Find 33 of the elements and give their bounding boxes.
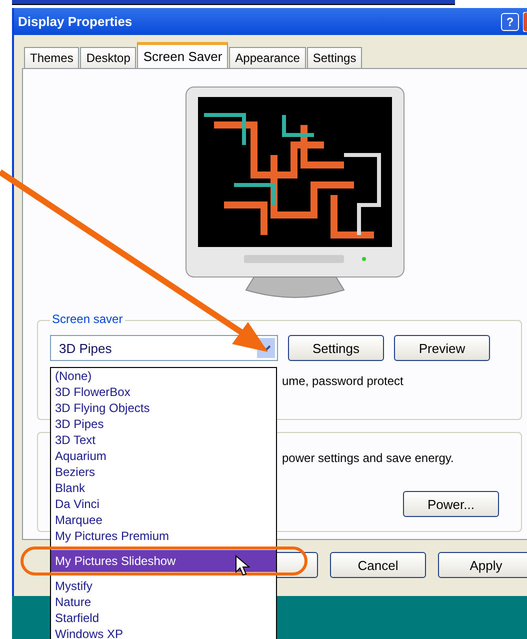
dialog-button[interactable]: Settings xyxy=(288,335,384,361)
dropdown-option[interactable]: 3D Flying Objects xyxy=(51,400,276,416)
dropdown-option[interactable]: My Pictures Slideshow xyxy=(51,550,276,572)
dropdown-option[interactable]: 3D Pipes xyxy=(51,416,276,432)
group-label: Screen saver xyxy=(50,312,125,326)
dropdown-option[interactable]: 3D FlowerBox xyxy=(51,384,276,400)
dropdown-option[interactable]: Windows XP xyxy=(51,626,276,639)
power-description: power settings and save energy. xyxy=(282,451,455,465)
dropdown-option[interactable]: Beziers xyxy=(51,464,276,480)
tab[interactable]: Appearance xyxy=(229,47,306,68)
dropdown-option[interactable]: Aquarium xyxy=(51,448,276,464)
hint-text: ume, password protect xyxy=(282,374,404,388)
dropdown-option[interactable]: 3D Text xyxy=(51,432,276,448)
dropdown-option[interactable]: Blank xyxy=(51,480,276,496)
dropdown-option[interactable]: Marquee xyxy=(51,512,276,528)
power-button[interactable]: Power... xyxy=(403,491,499,517)
dropdown-option[interactable]: (None) xyxy=(51,368,276,384)
tab[interactable]: Themes xyxy=(24,47,80,68)
dropdown-option[interactable]: Da Vinci xyxy=(51,496,276,512)
window-title: Display Properties xyxy=(18,14,134,29)
screen-saver-dropdown[interactable]: 3D Pipes xyxy=(50,335,278,361)
dropdown-option[interactable]: Starfield xyxy=(51,610,276,626)
dropdown-option[interactable]: Nature xyxy=(51,594,276,610)
dialog-button[interactable]: Cancel xyxy=(330,552,426,578)
help-button[interactable]: ? xyxy=(501,12,519,30)
dropdown-option[interactable]: My Pictures Premium xyxy=(51,528,276,544)
dialog-button[interactable]: Apply xyxy=(438,552,527,578)
dropdown-option[interactable]: Mystify xyxy=(51,578,276,594)
tab[interactable]: Desktop xyxy=(80,47,136,68)
tab[interactable]: Screen Saver xyxy=(137,42,228,68)
dialog-button[interactable]: Preview xyxy=(394,335,490,361)
cursor-icon xyxy=(236,554,250,576)
tab[interactable]: Settings xyxy=(306,47,362,68)
